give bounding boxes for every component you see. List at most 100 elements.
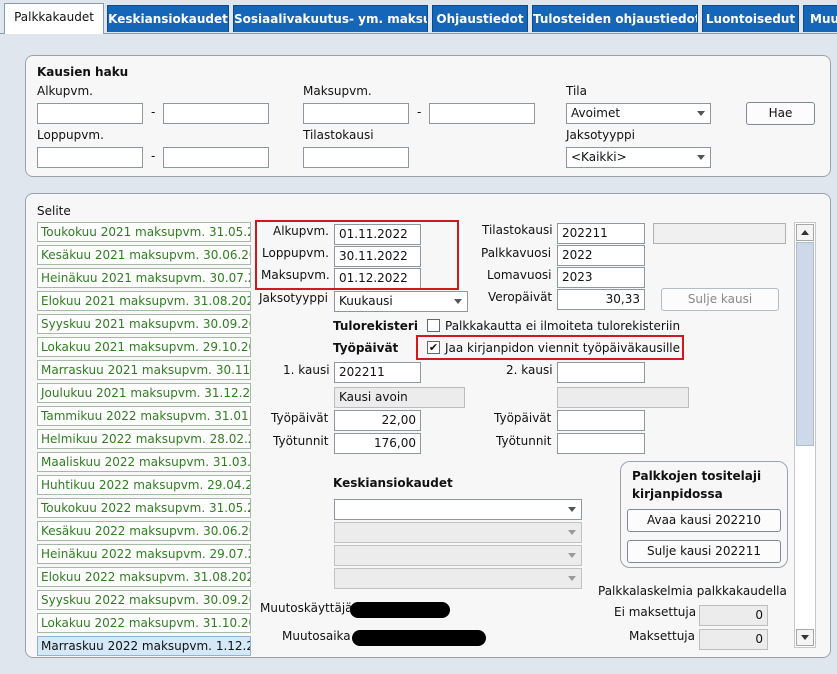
palkkavuosi-input[interactable]: 2022	[557, 245, 645, 266]
kausi2-label: 2. kausi	[506, 363, 553, 377]
list-item[interactable]: Kesäkuu 2022 maksupvm. 30.06.2022	[37, 521, 251, 541]
laskelmia-title: Palkkalaskelmia palkkakaudella	[598, 584, 787, 598]
kausi2-status	[557, 387, 689, 408]
jaa-kirjanpito-highlight	[416, 335, 684, 360]
list-item[interactable]: Heinäkuu 2022 maksupvm. 29.07.2022	[37, 544, 251, 564]
scrollbar[interactable]	[794, 222, 816, 648]
search-loppupvm-dash: -	[151, 149, 156, 163]
search-loppupvm-from-input[interactable]	[37, 147, 143, 168]
maksettuja-label: Maksettuja	[629, 629, 695, 643]
tyopaivat1-input[interactable]: 22,00	[334, 410, 421, 431]
search-jaksotyyppi-select[interactable]: <Kaikki>	[566, 147, 711, 168]
list-item[interactable]: Heinäkuu 2021 maksupvm. 30.07.2021	[37, 268, 251, 288]
list-item[interactable]: Lokakuu 2021 maksupvm. 29.10.2021	[37, 337, 251, 357]
list-item[interactable]: Elokuu 2022 maksupvm. 31.08.2022	[37, 567, 251, 587]
list-item[interactable]: Helmikuu 2022 maksupvm. 28.02.2022	[37, 429, 251, 449]
search-button[interactable]: Hae	[746, 102, 815, 125]
search-maksupvm-label: Maksupvm.	[303, 84, 372, 98]
jaksotyyppi-value: Kuukausi	[339, 294, 393, 308]
search-tila-label: Tila	[566, 84, 587, 98]
search-loppupvm-to-input[interactable]	[163, 147, 269, 168]
jaksotyyppi-label: Jaksotyyppi	[259, 291, 328, 305]
tilastokausi-description	[653, 223, 786, 244]
tyotunnit2-label: Työtunnit	[496, 434, 552, 448]
redacted-time	[352, 630, 486, 646]
tab-muu[interactable]: Muu	[803, 5, 837, 32]
tyopaivat2-input[interactable]	[557, 410, 645, 431]
tulorekisteri-label: Tulorekisteri	[333, 319, 418, 333]
search-jaksotyyppi-label: Jaksotyyppi	[566, 128, 635, 142]
list-item[interactable]: Syyskuu 2021 maksupvm. 30.09.2021	[37, 314, 251, 334]
tyotunnit1-label: Työtunnit	[273, 434, 329, 448]
tab-sosiaalivakuutus[interactable]: Sosiaalivakuutus- ym. maksut	[233, 5, 428, 32]
list-item[interactable]: Tammikuu 2022 maksupvm. 31.01.2022	[37, 406, 251, 426]
tyopaivat-title: Työpäivät	[333, 341, 399, 355]
list-item[interactable]: Kesäkuu 2021 maksupvm. 30.06.2021	[37, 245, 251, 265]
keskiansio-select-4	[334, 568, 582, 589]
search-tila-select[interactable]: Avoimet	[566, 103, 711, 124]
list-item[interactable]: Syyskuu 2022 maksupvm. 30.09.2022	[37, 590, 251, 610]
list-item[interactable]: Marraskuu 2021 maksupvm. 30.11.2021	[37, 360, 251, 380]
close-period-202211-button[interactable]: Sulje kausi 202211	[627, 540, 781, 563]
keskiansio-select-2	[334, 522, 582, 543]
jaksotyyppi-select[interactable]: Kuukausi	[334, 291, 468, 312]
list-item[interactable]: Toukokuu 2022 maksupvm. 31.05.2022	[37, 498, 251, 518]
tilastokausi-input[interactable]: 202211	[557, 223, 645, 244]
veropaivat-label: Veropäivät	[488, 290, 553, 304]
list-item[interactable]: Huhtikuu 2022 maksupvm. 29.04.2022	[37, 475, 251, 495]
tulorekisteri-checkbox-label: Palkkakautta ei ilmoiteta tulorekisterii…	[445, 319, 681, 333]
list-item[interactable]: Lokakuu 2022 maksupvm. 31.10.2022	[37, 613, 251, 633]
list-item[interactable]: Toukokuu 2021 maksupvm. 31.05.2021	[37, 222, 251, 242]
tab-palkkakaudet[interactable]: Palkkakaudet	[4, 3, 104, 34]
search-alkupvm-dash: -	[151, 105, 156, 119]
chevron-down-icon	[563, 523, 581, 542]
chevron-down-icon[interactable]	[692, 104, 710, 123]
lomavuosi-input[interactable]: 2023	[557, 267, 645, 288]
scroll-up-icon[interactable]	[796, 224, 814, 241]
search-maksupvm-from-input[interactable]	[303, 103, 409, 124]
tab-baseline	[0, 33, 837, 34]
search-tilastokausi-label: Tilastokausi	[303, 128, 374, 142]
chevron-down-icon	[563, 546, 581, 565]
chevron-down-icon[interactable]	[692, 148, 710, 167]
tyotunnit1-input[interactable]: 176,00	[334, 433, 421, 454]
ei-maksettuja-label: Ei maksettuja	[614, 605, 697, 619]
search-title: Kausien haku	[37, 65, 129, 79]
tositelaji-title: Palkkojen tositelaji kirjanpidossa	[632, 469, 762, 501]
search-tilastokausi-input[interactable]	[303, 147, 409, 168]
muutoskayttaja-label: Muutoskäyttäjä	[260, 601, 353, 615]
lomavuosi-label: Lomavuosi	[487, 268, 552, 282]
search-maksupvm-to-input[interactable]	[429, 103, 535, 124]
chevron-down-icon[interactable]	[449, 292, 467, 311]
tyotunnit2-input[interactable]	[557, 433, 645, 454]
keskiansio-select-1[interactable]	[334, 499, 582, 520]
tab-ohjaustiedot[interactable]: Ohjaustiedot	[432, 5, 528, 32]
veropaivat-input[interactable]: 30,33	[557, 289, 645, 310]
tyopaivat1-label: Työpäivät	[271, 411, 329, 425]
tab-luontoisedut[interactable]: Luontoisedut	[702, 5, 799, 32]
maksettuja-value: 0	[699, 629, 768, 650]
kausi2-input[interactable]	[557, 362, 645, 383]
chevron-down-icon[interactable]	[563, 500, 581, 519]
search-alkupvm-from-input[interactable]	[37, 103, 143, 124]
list-item-selected[interactable]: Marraskuu 2022 maksupvm. 1.12.2022	[37, 636, 251, 656]
tilastokausi-label: Tilastokausi	[482, 223, 553, 237]
muutosaika-label: Muutosaika	[282, 629, 351, 643]
search-alkupvm-to-input[interactable]	[163, 103, 269, 124]
list-item[interactable]: Maaliskuu 2022 maksupvm. 31.03.2022	[37, 452, 251, 472]
kausi1-input[interactable]: 202211	[334, 362, 421, 383]
close-period-button[interactable]: Sulje kausi	[661, 288, 779, 311]
tab-keskiansiokaudet[interactable]: Keskiansiokaudet	[107, 5, 229, 32]
scroll-thumb[interactable]	[796, 242, 814, 446]
tulorekisteri-checkbox[interactable]	[427, 319, 440, 332]
search-loppupvm-label: Loppupvm.	[37, 128, 104, 142]
search-alkupvm-label: Alkupvm.	[37, 84, 93, 98]
open-period-button[interactable]: Avaa kausi 202210	[627, 509, 781, 532]
list-item[interactable]: Elokuu 2021 maksupvm. 31.08.2021	[37, 291, 251, 311]
list-item[interactable]: Joulukuu 2021 maksupvm. 31.12.2021	[37, 383, 251, 403]
scroll-down-icon[interactable]	[796, 629, 814, 646]
tab-tulosteiden-ohjaustiedot[interactable]: Tulosteiden ohjaustiedot	[532, 5, 698, 32]
redacted-user	[350, 602, 450, 618]
kausi1-status: Kausi avoin	[334, 387, 465, 408]
list-title: Selite	[37, 204, 71, 218]
